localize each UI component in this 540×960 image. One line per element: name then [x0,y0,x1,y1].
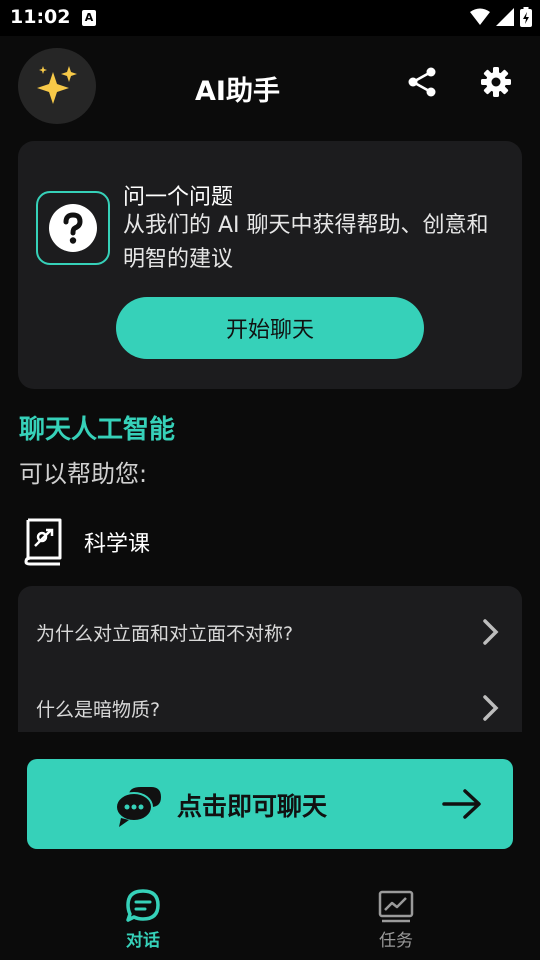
section-subtitle: 可以帮助您: [19,460,148,488]
status-time: 11:02 [10,6,71,28]
status-bar: 11:02 A [0,0,540,36]
topic-science[interactable]: 科学课 [22,516,322,568]
tab-tasks[interactable]: 任务 [336,888,456,951]
question-list: 为什么对立面和对立面不对称? 什么是暗物质? [18,586,522,732]
share-button[interactable] [402,62,442,102]
chart-icon [378,890,414,923]
ask-description: 从我们的 AI 聊天中获得帮助、创意和明智的建议 [123,213,489,272]
share-icon [408,67,436,97]
chat-bubbles-icon [115,787,161,827]
question-text: 什么是暗物质? [36,698,161,721]
section-title: 聊天人工智能 [19,415,176,445]
tab-chat[interactable]: 对话 [83,888,203,951]
wifi-icon [470,8,490,25]
topic-label: 科学课 [84,532,151,557]
bottom-tab-bar: 对话 任务 [0,874,540,960]
gear-icon [481,67,511,97]
start-chat-button[interactable]: 开始聊天 [116,297,424,359]
tap-to-chat-button[interactable]: 点击即可聊天 [27,759,513,849]
notification-icon: A [82,10,96,26]
header: AI助手 [0,36,540,136]
ask-title: 问一个问题 [123,185,234,210]
chevron-right-icon [483,695,499,721]
science-book-icon [24,518,62,566]
ask-question-card: 问一个问题 从我们的 AI 聊天中获得帮助、创意和明智的建议 开始聊天 [18,141,522,389]
list-item[interactable]: 什么是暗物质? [18,672,522,732]
list-item[interactable]: 为什么对立面和对立面不对称? [18,596,522,668]
tap-to-chat-label: 点击即可聊天 [177,792,328,821]
tab-label: 任务 [379,931,413,951]
chevron-right-icon [483,619,499,645]
status-icons [470,7,532,27]
tab-label: 对话 [126,931,160,951]
question-text: 为什么对立面和对立面不对称? [36,622,294,645]
battery-icon [520,7,532,27]
app-screen: AI助手 问一个问题 从我们的 AI 聊天中获得帮助、创意和明智的建议 开始聊天… [0,36,540,960]
settings-button[interactable] [476,62,516,102]
chat-bubble-icon [126,889,160,922]
signal-icon [496,8,514,26]
question-icon [49,204,97,252]
arrow-right-icon [442,789,481,819]
question-icon-box [36,191,110,265]
